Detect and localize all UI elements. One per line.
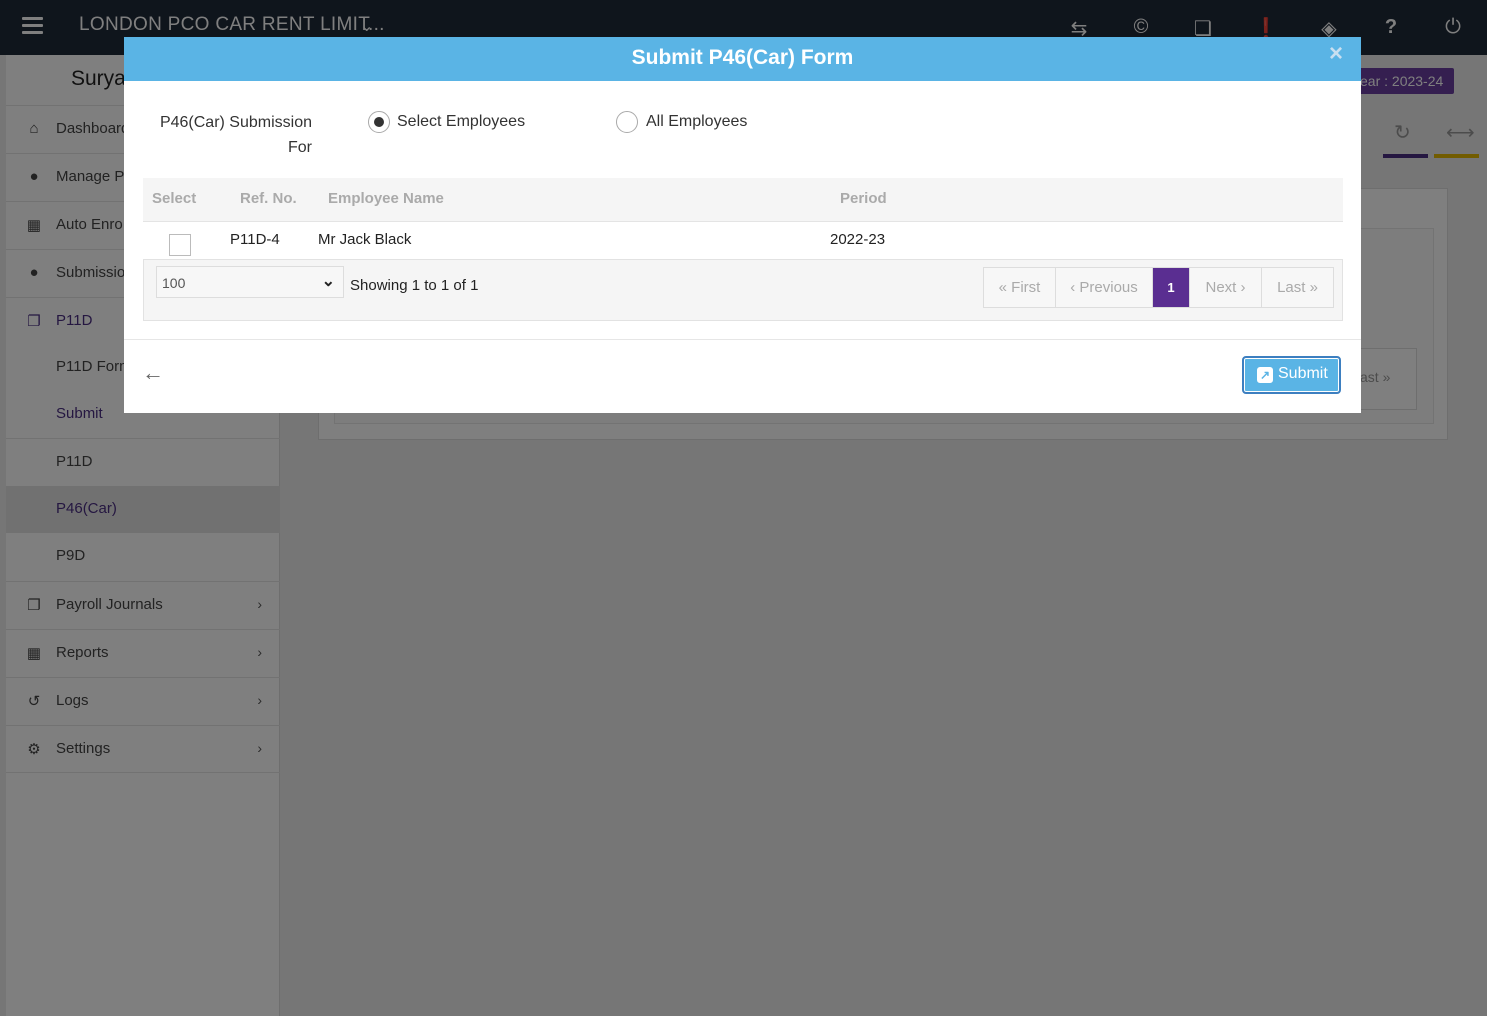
table-footer: 100 ⌄ Showing 1 to 1 of 1 « First ‹ Prev…: [143, 259, 1343, 321]
radio-select-employees-label[interactable]: Select Employees: [397, 113, 525, 131]
last-page-button[interactable]: Last »: [1262, 268, 1333, 307]
back-arrow-icon[interactable]: ←: [142, 360, 164, 386]
submit-button[interactable]: ↗ Submit: [1242, 356, 1341, 394]
submit-label: Submit: [1278, 365, 1328, 382]
next-page-button[interactable]: Next ›: [1190, 268, 1262, 307]
column-header-period[interactable]: Period: [840, 190, 887, 207]
submit-p46-modal: Submit P46(Car) Form × P46(Car) Submissi…: [124, 37, 1361, 413]
page-size-select[interactable]: 100 ⌄: [156, 266, 344, 298]
column-header-name[interactable]: Employee Name: [328, 190, 444, 207]
modal-title: Submit P46(Car) Form: [631, 46, 854, 69]
table-row: P11D-4 Mr Jack Black 2022-23: [143, 223, 1343, 259]
submission-for-label: P46(Car) Submission For: [159, 114, 312, 156]
radio-all-employees-label[interactable]: All Employees: [646, 113, 747, 131]
radio-all-employees[interactable]: [616, 111, 638, 133]
ref-no-cell: P11D-4: [230, 231, 280, 248]
row-select-checkbox[interactable]: [169, 234, 191, 256]
table-header: Select Ref. No. Employee Name Period: [143, 178, 1343, 222]
period-cell: 2022-23: [830, 231, 886, 248]
share-icon: ↗: [1257, 367, 1273, 383]
column-header-select[interactable]: Select: [152, 190, 196, 207]
modal-header: Submit P46(Car) Form ×: [124, 37, 1361, 81]
close-icon[interactable]: ×: [1329, 40, 1343, 68]
page-1-button[interactable]: 1: [1153, 268, 1190, 307]
previous-page-button[interactable]: ‹ Previous: [1056, 268, 1153, 307]
column-header-ref[interactable]: Ref. No.: [240, 190, 297, 207]
chevron-down-icon: ⌄: [321, 273, 335, 290]
employee-name-cell: Mr Jack Black: [318, 231, 412, 248]
showing-info: Showing 1 to 1 of 1: [350, 277, 479, 294]
pagination: « First ‹ Previous 1 Next › Last »: [983, 267, 1334, 308]
page-size-value: 100: [162, 275, 186, 291]
divider: [124, 339, 1361, 340]
first-page-button[interactable]: « First: [984, 268, 1056, 307]
radio-select-employees[interactable]: [368, 111, 390, 133]
